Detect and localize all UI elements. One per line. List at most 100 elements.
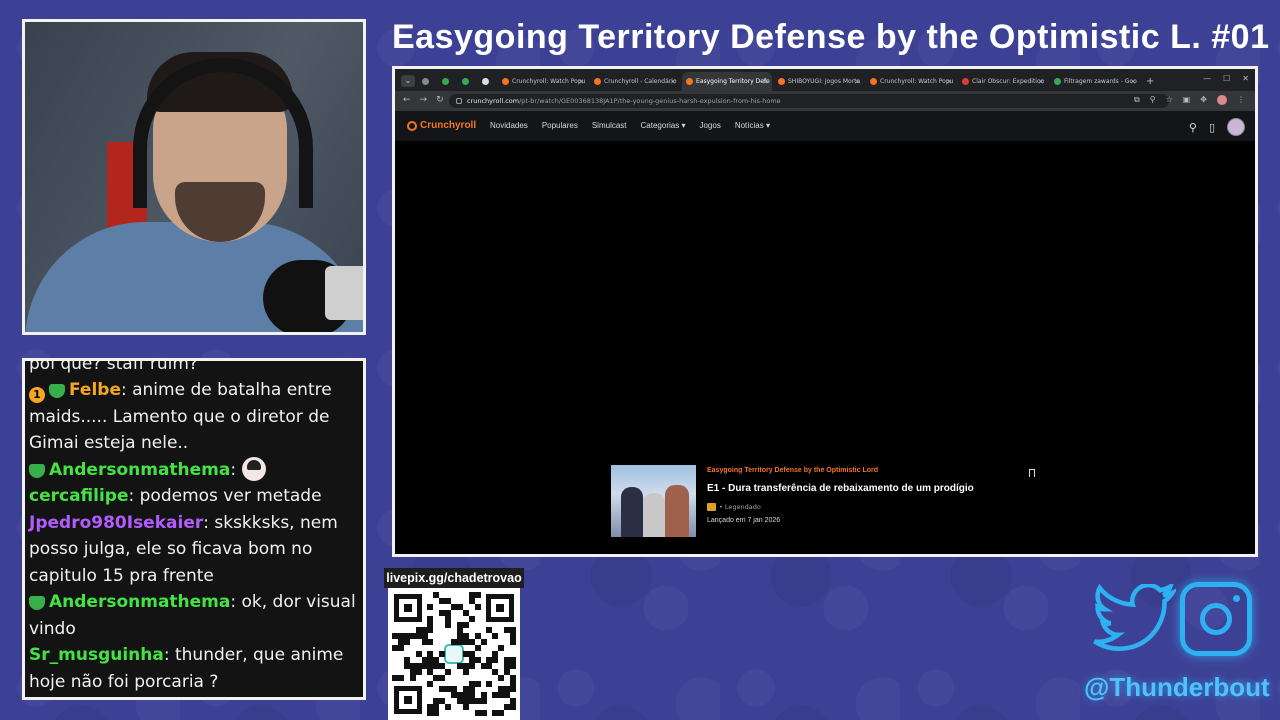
tab-favicon-icon — [482, 78, 489, 85]
chat-message: 1 Felbe: anime de batalha entre maids....… — [29, 377, 363, 457]
qr-module — [409, 674, 416, 681]
qr-module — [480, 639, 487, 646]
install-icon[interactable]: ⧉ — [1134, 95, 1140, 105]
extension-icon[interactable]: ▣ — [1183, 95, 1191, 105]
tab-favicon-icon — [962, 78, 969, 85]
nav-item[interactable]: Categorias ▾ — [641, 121, 686, 130]
tab-bar: ⌄ Crunchyroll: Watch Popu ✕ Crunchyroll - … — [395, 69, 1255, 91]
tab-close-icon[interactable]: ✕ — [1038, 78, 1044, 86]
nav-item[interactable]: Novidades — [490, 121, 528, 130]
chat-username[interactable]: Sr_musguinha — [29, 645, 164, 665]
chat-username[interactable]: Andersonmathema — [49, 460, 230, 480]
browser-tab[interactable]: Clair Obscur: Expedition ✕ — [958, 72, 1048, 91]
watchlist-bookmark-icon[interactable]: ▯ — [1209, 121, 1215, 134]
url-input[interactable]: crunchyroll.com/pt-br/watch/GE00368138JA… — [449, 94, 1169, 108]
menu-icon[interactable]: ⋮ — [1237, 95, 1245, 105]
episode-card[interactable]: Easygoing Territory Defense by the Optim… — [611, 465, 1041, 540]
tab-favicon-icon — [686, 78, 693, 85]
chat-emote-icon — [241, 456, 266, 481]
qr-finder-top-left — [394, 594, 422, 622]
episode-title[interactable]: E1 - Dura transferência de rebaixamento … — [707, 483, 974, 494]
chat-username[interactable]: Felbe — [69, 380, 121, 400]
maximize-icon[interactable]: ☐ — [1223, 74, 1230, 83]
browser-tab[interactable]: Crunchyroll: Watch Popu ✕ — [498, 72, 588, 91]
tab-favicon-icon — [462, 78, 469, 85]
qr-module — [510, 704, 516, 711]
twitter-icon — [1093, 584, 1176, 652]
browser-tab[interactable]: Crunchyroll: Watch Popu ✕ — [866, 72, 956, 91]
nav-buttons: ← → ↻ — [403, 95, 444, 105]
zoom-icon[interactable]: ⚲ — [1150, 95, 1156, 105]
chat-username[interactable]: Jpedro980Isekaier — [29, 513, 203, 533]
forward-button[interactable]: → — [420, 95, 428, 105]
tab-close-icon[interactable]: ✕ — [854, 78, 860, 86]
tab-close-icon[interactable]: ✕ — [1130, 78, 1136, 86]
browser-tab[interactable]: Crunchyroll - Calendário ✕ — [590, 72, 680, 91]
tab-search-icon[interactable]: ⌄ — [401, 75, 415, 87]
qr-module — [427, 603, 434, 610]
tab-close-icon[interactable]: ✕ — [578, 78, 584, 86]
qr-module — [486, 680, 493, 687]
url-domain: crunchyroll.com — [467, 97, 520, 105]
thumbnail-character-3 — [665, 485, 689, 537]
qr-module — [397, 674, 404, 681]
chat-messages: Andersonmathema: essa porcaria poi que? … — [29, 361, 363, 695]
chat-username[interactable]: cercafilipe — [29, 486, 129, 506]
instagram-icon — [1180, 582, 1252, 656]
nav-item[interactable]: Simulcast — [592, 121, 627, 130]
tab-favicon-icon — [502, 78, 509, 85]
nav-item[interactable]: Notícias ▾ — [735, 121, 770, 130]
browser-tab[interactable] — [458, 72, 476, 91]
qr-module — [498, 645, 505, 652]
stream-title: Easygoing Territory Defense by the Optim… — [392, 18, 1270, 56]
back-button[interactable]: ← — [403, 95, 411, 105]
minimize-icon[interactable]: — — [1203, 74, 1211, 83]
new-tab-button[interactable]: + — [1142, 72, 1160, 91]
qr-module — [468, 662, 475, 669]
tab-close-icon[interactable]: ✕ — [670, 78, 676, 86]
bookmark-star-icon[interactable]: ☆ — [1166, 95, 1173, 105]
bookmark-icon[interactable] — [1029, 469, 1035, 477]
qr-module — [445, 621, 452, 628]
episode-series-link[interactable]: Easygoing Territory Defense by the Optim… — [707, 467, 878, 474]
search-icon[interactable]: ⚲ — [1189, 121, 1197, 134]
rating-badge — [707, 503, 716, 511]
qr-module — [510, 662, 516, 669]
nav-item[interactable]: Jogos — [699, 121, 720, 130]
browser-tab[interactable]: SHIBOYUGI: Jogos Morta ✕ — [774, 72, 864, 91]
qr-module — [462, 668, 469, 675]
extensions-puzzle-icon[interactable]: ✥ — [1200, 95, 1207, 105]
user-avatar[interactable] — [1227, 118, 1245, 136]
chat-text: : podemos ver metade — [128, 486, 322, 506]
crunchyroll-logo[interactable]: Crunchyroll — [407, 120, 476, 131]
tab-label: Crunchyroll: Watch Popu — [512, 78, 586, 85]
tab-label: Crunchyroll - Calendário — [604, 78, 677, 85]
social-handle: @Thunderbout — [1084, 672, 1270, 702]
tab-active[interactable]: Easygoing Territory Defe ✕ — [682, 72, 772, 91]
browser-tab[interactable] — [418, 72, 436, 91]
tab-favicon-icon — [594, 78, 601, 85]
browser-tab[interactable]: Filtragem zawards - Goo ✕ — [1050, 72, 1140, 91]
chat-text: : — [230, 459, 242, 480]
tab-close-icon[interactable]: ✕ — [762, 78, 768, 86]
profile-icon[interactable] — [1217, 95, 1227, 105]
chat-username[interactable]: Andersonmathema — [49, 592, 230, 612]
close-icon[interactable]: ✕ — [1242, 74, 1249, 83]
qr-module — [433, 710, 440, 716]
browser-tab[interactable] — [478, 72, 496, 91]
tab-favicon-icon — [870, 78, 877, 85]
qr-module — [498, 710, 505, 716]
crunchyroll-header: Crunchyroll Novidades Populares Simulcast C… — [395, 111, 1255, 141]
crunchyroll-logo-text: Crunchyroll — [420, 120, 477, 131]
chat-message: Andersonmathema: essa porcaria poi que? … — [29, 361, 363, 377]
site-info-icon[interactable] — [456, 98, 462, 104]
tab-close-icon[interactable]: ✕ — [946, 78, 952, 86]
episode-thumbnail[interactable] — [611, 465, 696, 537]
address-bar-row: ← → ↻ crunchyroll.com/pt-br/watch/GE0036… — [395, 91, 1255, 111]
url-path: /pt-br/watch/GE00368138JA1P/the-young-ge… — [519, 97, 781, 105]
qr-module — [492, 633, 499, 640]
browser-tab[interactable] — [438, 72, 456, 91]
qr-finder-top-right — [486, 594, 514, 622]
reload-button[interactable]: ↻ — [436, 95, 444, 105]
nav-item[interactable]: Populares — [542, 121, 578, 130]
